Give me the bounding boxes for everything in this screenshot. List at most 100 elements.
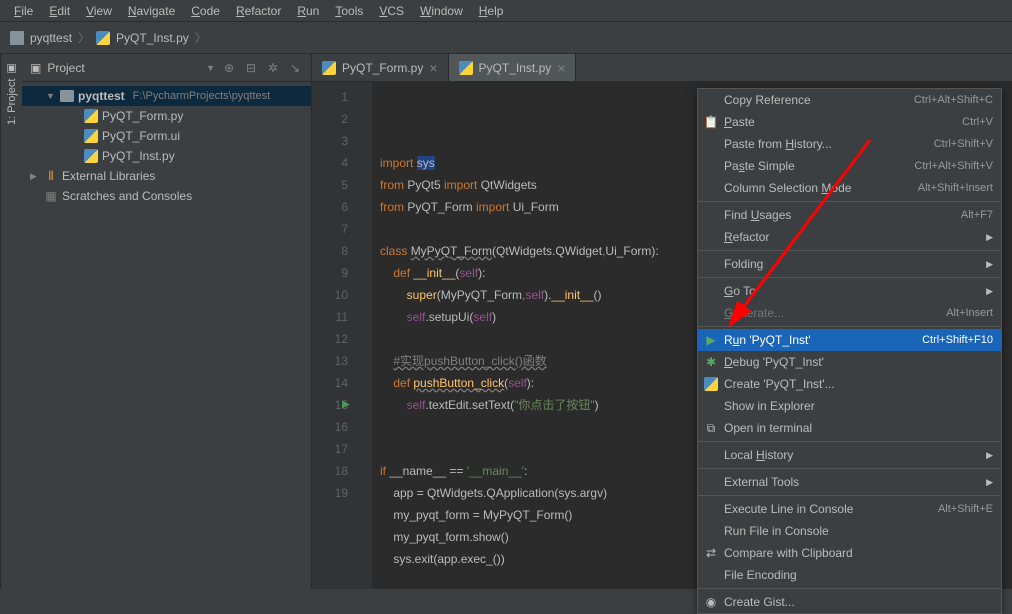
shortcut: Alt+Insert <box>946 307 993 319</box>
ctx-paste[interactable]: 📋PasteCtrl+V <box>698 111 1001 133</box>
ctx-external-tools[interactable]: External Tools▶ <box>698 471 1001 493</box>
library-icon: ⫴ <box>44 169 58 183</box>
breadcrumb-file[interactable]: PyQT_Inst.py <box>116 31 189 45</box>
ctx-go-to[interactable]: Go To▶ <box>698 280 1001 302</box>
expand-arrow-icon[interactable]: ▼ <box>46 91 56 101</box>
sidebar-rail[interactable]: 1: Project ▣ <box>0 54 22 589</box>
tree-external-libs[interactable]: ▶ ⫴ External Libraries <box>22 166 311 186</box>
ctx-find-usages[interactable]: Find UsagesAlt+F7 <box>698 204 1001 226</box>
run-gutter-icon[interactable]: ▶ <box>342 394 350 416</box>
ctx-paste-simple[interactable]: Paste SimpleCtrl+Alt+Shift+V <box>698 155 1001 177</box>
line-number: 19 <box>316 482 348 504</box>
menu-window[interactable]: Window <box>412 2 471 20</box>
editor-tab[interactable]: PyQT_Form.py × <box>312 54 449 81</box>
line-number: 2 <box>316 108 348 130</box>
menu-separator <box>698 468 1001 469</box>
project-view-icon: ▣ <box>30 61 41 75</box>
python-icon <box>84 149 98 163</box>
ctx-run-file-in-console[interactable]: Run File in Console <box>698 520 1001 542</box>
ctx-label: Create 'PyQT_Inst'... <box>724 377 835 391</box>
tab-label: PyQT_Inst.py <box>479 61 552 75</box>
tree-scratches[interactable]: ▦ Scratches and Consoles <box>22 186 311 206</box>
tab-label: PyQT_Form.py <box>342 61 423 75</box>
ctx-folding[interactable]: Folding▶ <box>698 253 1001 275</box>
ext-libs-label: External Libraries <box>62 169 155 183</box>
ctx-show-in-explorer[interactable]: Show in Explorer <box>698 395 1001 417</box>
ctx-label: Refactor <box>724 230 769 244</box>
editor-tab[interactable]: PyQT_Inst.py × <box>449 54 577 81</box>
folder-icon <box>10 31 24 45</box>
close-icon[interactable]: × <box>557 60 565 76</box>
settings-icon[interactable]: ⊕ <box>221 60 237 76</box>
collapse-arrow-icon[interactable]: ▶ <box>30 171 40 182</box>
project-tree: ▼ pyqttest F:\PycharmProjects\pyqttest P… <box>22 82 311 210</box>
breadcrumb: pyqttest 〉 PyQT_Inst.py 〉 <box>0 22 1012 54</box>
python-icon <box>84 129 98 143</box>
line-gutter: 12345678910111213141516171819 <box>312 82 356 589</box>
python-icon <box>704 377 718 391</box>
menu-tools[interactable]: Tools <box>327 2 371 20</box>
compare-icon: ⇄ <box>704 546 718 560</box>
python-icon <box>96 31 110 45</box>
paste-icon: 📋 <box>704 115 718 129</box>
menu-code[interactable]: Code <box>183 2 228 20</box>
tree-file[interactable]: PyQT_Form.ui <box>22 126 311 146</box>
breadcrumb-project[interactable]: pyqttest <box>30 31 72 45</box>
menu-run[interactable]: Run <box>289 2 327 20</box>
line-number: 4 <box>316 152 348 174</box>
ctx-label: Create Gist... <box>724 595 795 609</box>
collapse-icon[interactable]: ⊟ <box>243 60 259 76</box>
editor-tabs: PyQT_Form.py × PyQT_Inst.py × <box>312 54 1012 82</box>
line-number: 5 <box>316 174 348 196</box>
chevron-right-icon: 〉 <box>195 29 207 46</box>
close-icon[interactable]: × <box>429 60 437 76</box>
ctx-execute-line-in-console[interactable]: Execute Line in Console Alt+Shift+E <box>698 498 1001 520</box>
menu-separator <box>698 495 1001 496</box>
menu-help[interactable]: Help <box>471 2 512 20</box>
ctx-label: Execute Line in Console <box>724 502 853 516</box>
shortcut: Alt+Shift+E <box>938 503 993 515</box>
ctx-open-in-terminal[interactable]: ⧉Open in terminal <box>698 417 1001 439</box>
line-number: 1 <box>316 86 348 108</box>
menu-file[interactable]: File <box>6 2 41 20</box>
line-number: 8 <box>316 240 348 262</box>
hide-icon[interactable]: ↘ <box>287 60 303 76</box>
menu-vcs[interactable]: VCS <box>371 2 412 20</box>
ctx-paste-from-history-[interactable]: Paste from History... Ctrl+Shift+V <box>698 133 1001 155</box>
folder-icon <box>60 90 74 102</box>
project-title[interactable]: Project <box>47 61 200 75</box>
line-number: 10 <box>316 284 348 306</box>
shortcut: Alt+F7 <box>961 209 993 221</box>
shortcut: Ctrl+Shift+V <box>934 138 993 150</box>
ctx-compare-with-clipboard[interactable]: ⇄Compare with Clipboard <box>698 542 1001 564</box>
ctx-create-pyqt-inst-[interactable]: Create 'PyQT_Inst'... <box>698 373 1001 395</box>
tree-root[interactable]: ▼ pyqttest F:\PycharmProjects\pyqttest <box>22 86 311 106</box>
ctx-column-selection-mode[interactable]: Column Selection ModeAlt+Shift+Insert <box>698 177 1001 199</box>
ctx-label: Paste from History... <box>724 137 832 151</box>
python-icon <box>322 61 336 75</box>
menu-view[interactable]: View <box>78 2 120 20</box>
tree-file[interactable]: PyQT_Inst.py <box>22 146 311 166</box>
ctx-create-gist-[interactable]: ◉Create Gist... <box>698 591 1001 613</box>
menu-navigate[interactable]: Navigate <box>120 2 183 20</box>
menu-separator <box>698 277 1001 278</box>
ctx-local-history[interactable]: Local History▶ <box>698 444 1001 466</box>
ctx-label: Local History <box>724 448 793 462</box>
ctx-file-encoding[interactable]: File Encoding <box>698 564 1001 586</box>
dropdown-icon[interactable]: ▼ <box>206 63 215 73</box>
menu-edit[interactable]: Edit <box>41 2 78 20</box>
submenu-arrow-icon: ▶ <box>986 286 993 297</box>
ctx-copy-reference[interactable]: Copy ReferenceCtrl+Alt+Shift+C <box>698 89 1001 111</box>
ctx-generate-[interactable]: Generate...Alt+Insert <box>698 302 1001 324</box>
line-number: 18 <box>316 460 348 482</box>
file-name: PyQT_Form.py <box>102 109 183 123</box>
ctx-debug-pyqt-inst-[interactable]: ✱Debug 'PyQT_Inst' <box>698 351 1001 373</box>
root-name: pyqttest <box>78 89 125 103</box>
tree-file[interactable]: PyQT_Form.py <box>22 106 311 126</box>
menu-refactor[interactable]: Refactor <box>228 2 289 20</box>
menu-separator <box>698 250 1001 251</box>
ctx-run-pyqt-inst-[interactable]: ▶Run 'PyQT_Inst'Ctrl+Shift+F10 <box>698 329 1001 351</box>
ctx-label: Run 'PyQT_Inst' <box>724 333 811 347</box>
gear-icon[interactable]: ✲ <box>265 60 281 76</box>
ctx-refactor[interactable]: Refactor▶ <box>698 226 1001 248</box>
